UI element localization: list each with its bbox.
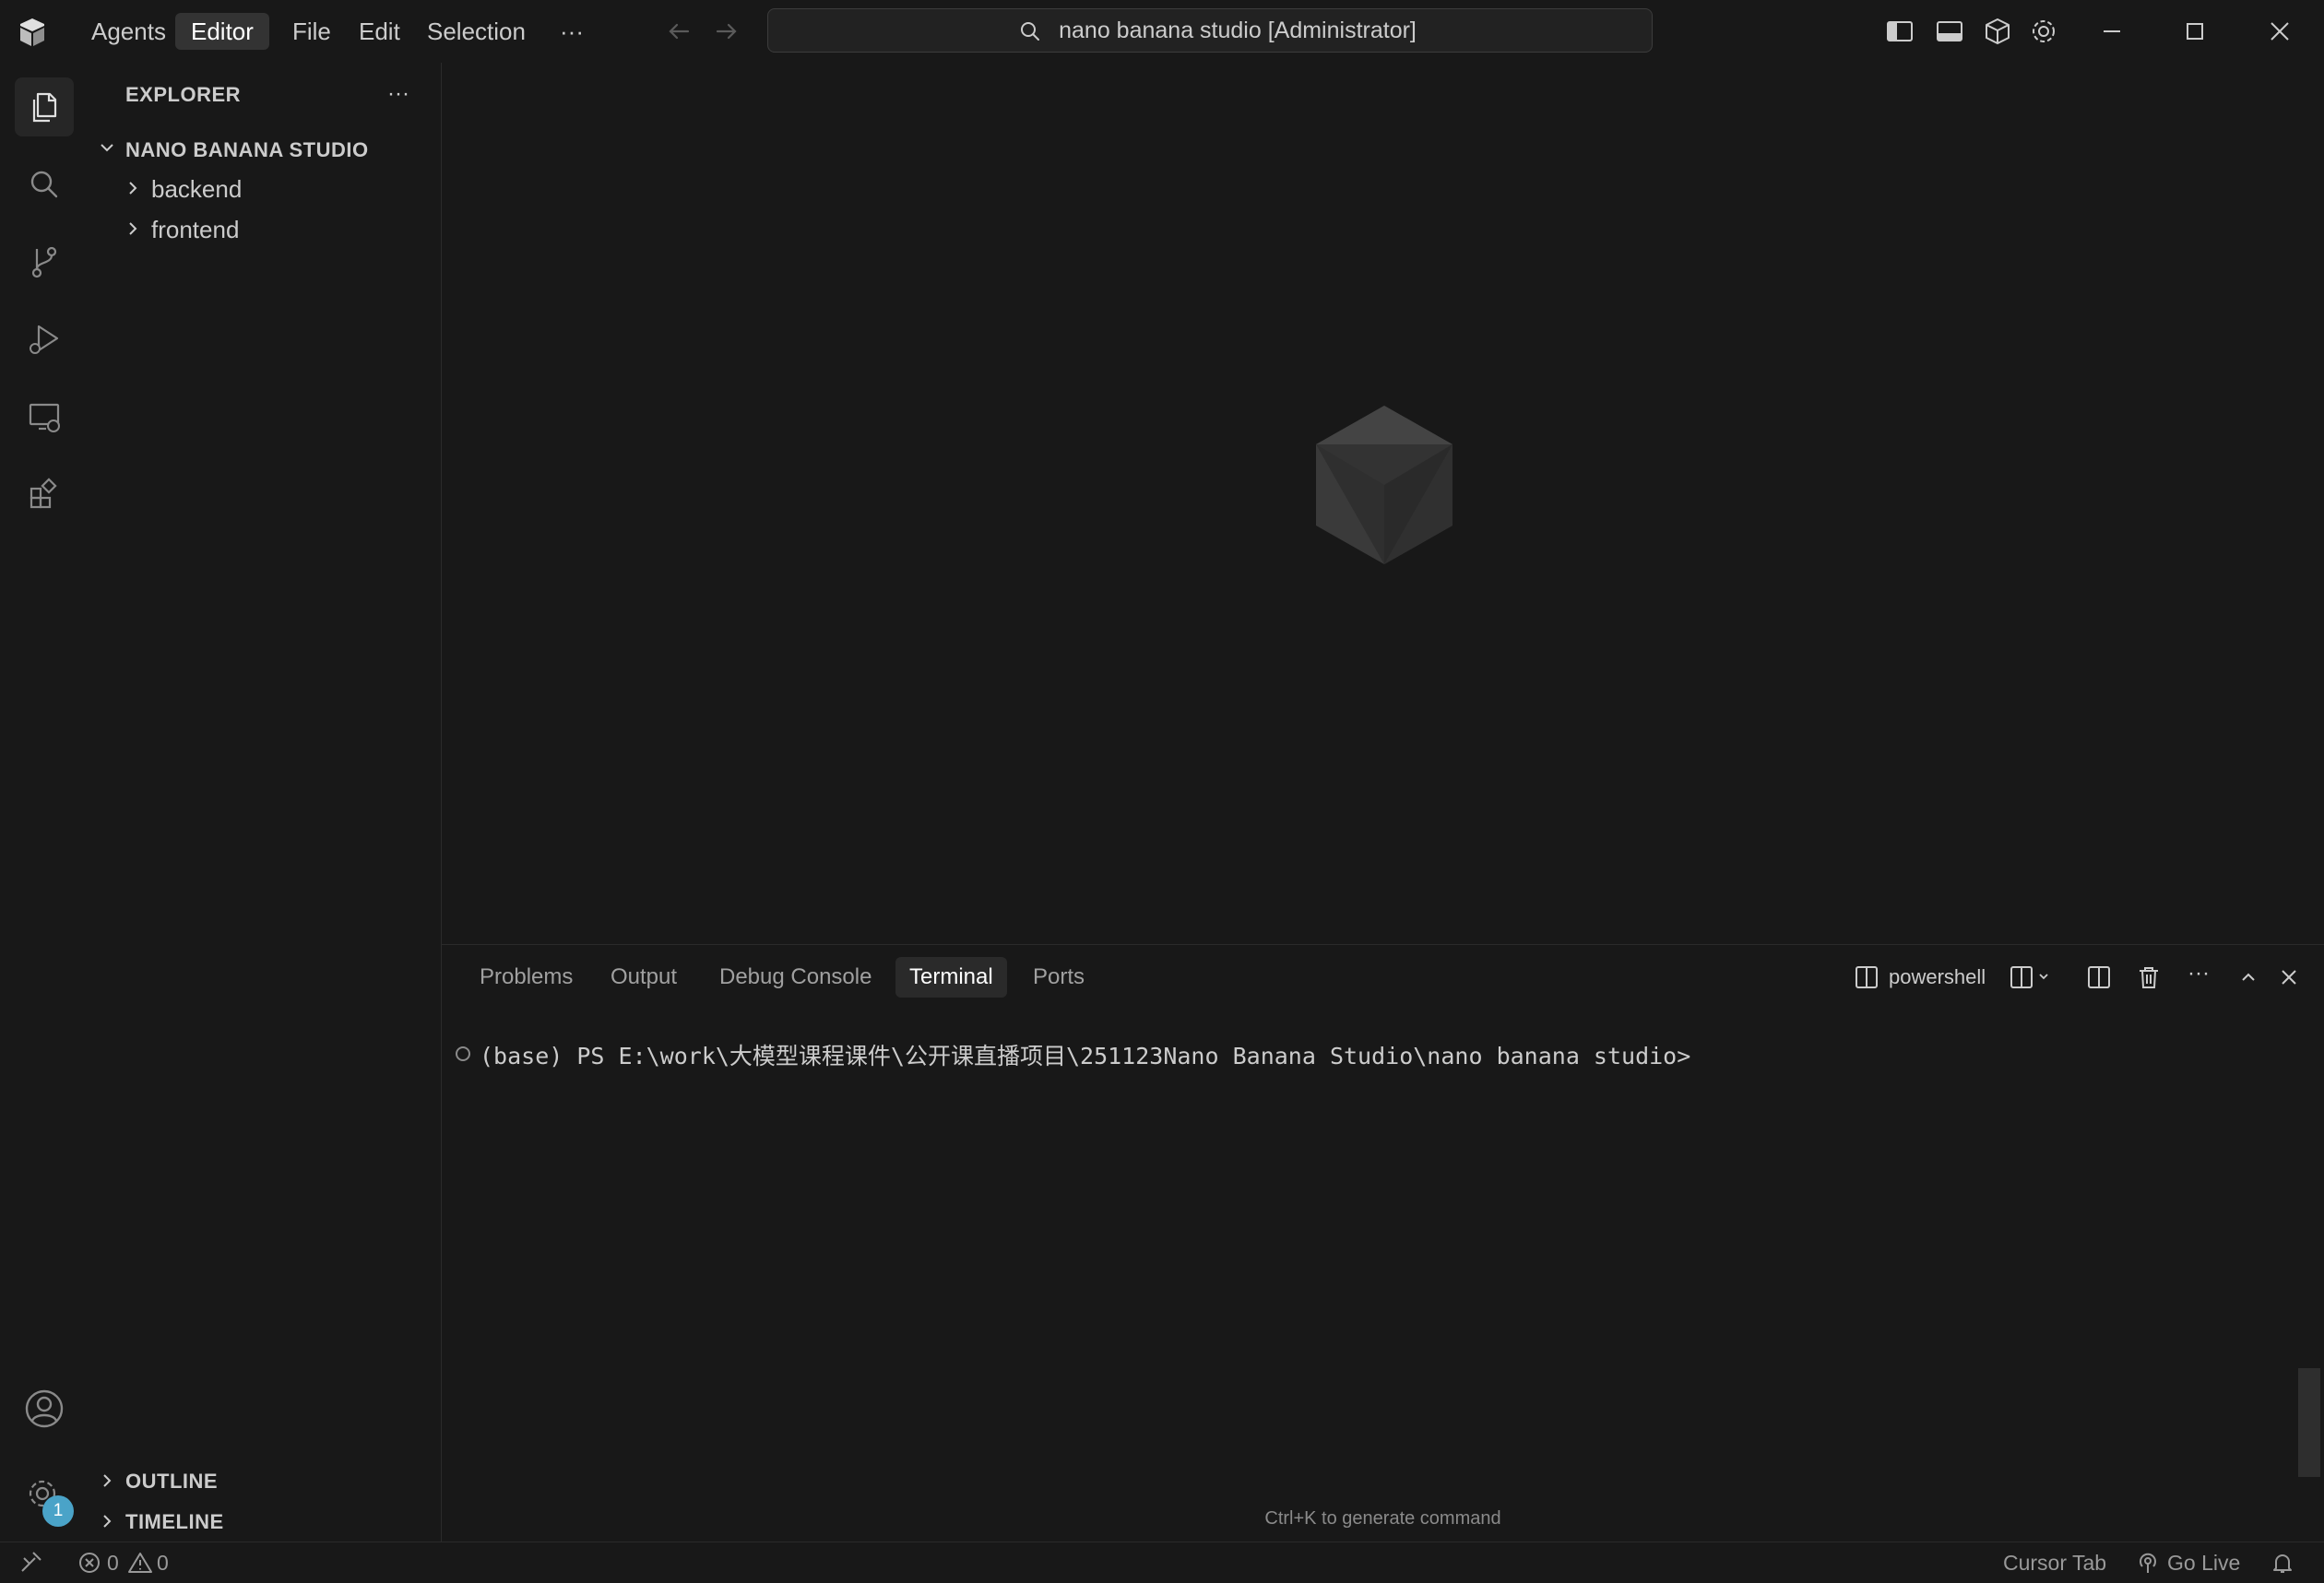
close-panel-icon[interactable] xyxy=(2276,964,2302,990)
explorer-title: EXPLORER xyxy=(125,83,242,106)
terminal-shell-name[interactable]: powershell xyxy=(1889,964,1986,990)
trash-icon[interactable] xyxy=(2136,964,2162,990)
error-count[interactable]: 0 xyxy=(107,1547,119,1578)
chevron-down-icon[interactable] xyxy=(98,138,116,157)
tab-terminal[interactable]: Terminal xyxy=(895,957,1007,998)
cube-icon[interactable] xyxy=(1983,17,2012,46)
cursor-watermark-logo-icon xyxy=(1310,402,1458,568)
go-live-status[interactable]: Go Live xyxy=(2167,1547,2240,1578)
minimize-icon[interactable] xyxy=(2097,17,2127,46)
toggle-sidebar-icon[interactable] xyxy=(1885,17,1915,46)
maximize-panel-chevron-up-icon[interactable] xyxy=(2235,964,2261,990)
maximize-icon[interactable] xyxy=(2180,17,2210,46)
warning-triangle-icon[interactable] xyxy=(127,1551,153,1575)
terminal-status-circle-icon xyxy=(456,1046,470,1061)
chevron-right-icon[interactable] xyxy=(98,1471,116,1490)
back-arrow-icon[interactable] xyxy=(664,17,694,46)
menu-editor[interactable]: Editor xyxy=(175,13,269,50)
tab-debug-console[interactable]: Debug Console xyxy=(706,957,885,998)
source-control-icon[interactable] xyxy=(15,232,74,291)
explorer-files-icon[interactable] xyxy=(15,77,74,136)
search-label: nano banana studio [Administrator] xyxy=(1059,18,1417,43)
menu-agents[interactable]: Agents xyxy=(76,13,182,50)
tab-problems[interactable]: Problems xyxy=(466,957,587,998)
timeline-section[interactable]: TIMELINE xyxy=(125,1510,224,1534)
outline-section[interactable]: OUTLINE xyxy=(125,1470,218,1494)
settings-gear-icon[interactable] xyxy=(2029,17,2058,46)
terminal-prompt-line[interactable]: (base) PS E:\work\大模型课程课件\公开课直播项目\251123… xyxy=(480,1038,1690,1071)
workspace-root[interactable]: NANO BANANA STUDIO xyxy=(125,138,369,162)
tab-output[interactable]: Output xyxy=(597,957,691,998)
warning-count[interactable]: 0 xyxy=(157,1547,169,1578)
menu-more[interactable]: ··· xyxy=(544,13,599,50)
explorer-sidebar xyxy=(89,63,442,1542)
explorer-more-button[interactable]: ··· xyxy=(387,81,409,107)
menu-file[interactable]: File xyxy=(277,13,347,50)
editor-area xyxy=(442,63,2324,944)
search-icon[interactable] xyxy=(15,155,74,214)
run-debug-icon[interactable] xyxy=(15,310,74,369)
close-icon[interactable] xyxy=(2265,17,2294,46)
chevron-right-icon[interactable] xyxy=(124,219,142,238)
new-terminal-split-icon[interactable] xyxy=(2009,964,2053,990)
broadcast-icon[interactable] xyxy=(2136,1551,2160,1575)
terminal-split-icon xyxy=(1854,964,1879,990)
chevron-right-icon[interactable] xyxy=(98,1512,116,1530)
terminal-generate-hint: Ctrl+K to generate command xyxy=(1264,1508,1501,1529)
settings-badge: 1 xyxy=(42,1495,74,1527)
folder-backend[interactable]: backend xyxy=(151,175,242,204)
cursor-tab-status[interactable]: Cursor Tab xyxy=(2003,1547,2106,1578)
error-circle-icon[interactable] xyxy=(77,1551,101,1575)
status-bar xyxy=(0,1542,2324,1583)
extensions-icon[interactable] xyxy=(15,465,74,524)
command-center-search[interactable]: nano banana studio [Administrator] xyxy=(767,8,1653,53)
remote-explorer-icon[interactable] xyxy=(15,387,74,446)
panel-more-button[interactable]: ··· xyxy=(2188,961,2210,986)
menu-edit[interactable]: Edit xyxy=(343,13,416,50)
app-logo-icon xyxy=(17,17,48,48)
title-bar: Agents Editor File Edit Selection ··· na… xyxy=(0,0,2324,64)
terminal-scrollbar[interactable] xyxy=(2298,1368,2320,1477)
menu-selection[interactable]: Selection xyxy=(411,13,541,50)
account-icon[interactable] xyxy=(15,1379,74,1438)
split-terminal-icon[interactable] xyxy=(2086,964,2112,990)
forward-arrow-icon[interactable] xyxy=(712,17,741,46)
notification-bell-icon[interactable] xyxy=(2271,1551,2294,1575)
chevron-right-icon[interactable] xyxy=(124,179,142,197)
bottom-panel xyxy=(442,944,2324,1542)
folder-frontend[interactable]: frontend xyxy=(151,216,239,244)
toggle-panel-icon[interactable] xyxy=(1935,17,1964,46)
tab-ports[interactable]: Ports xyxy=(1019,957,1098,998)
remote-indicator-icon[interactable] xyxy=(18,1549,44,1575)
